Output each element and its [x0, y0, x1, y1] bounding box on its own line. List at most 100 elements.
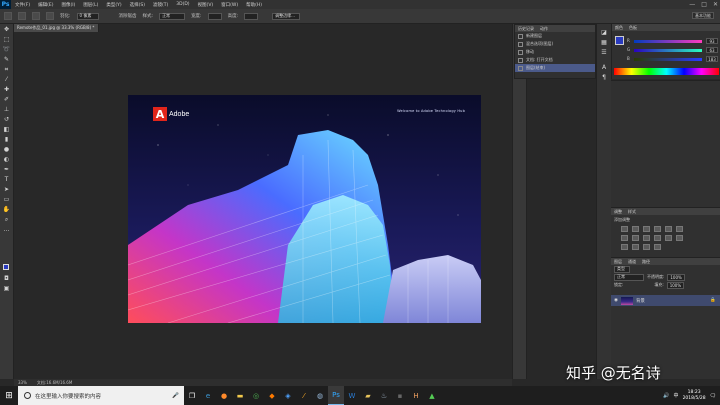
app-globe-icon[interactable]: ◍	[312, 386, 328, 405]
edit-toolbar-icon[interactable]: …	[2, 225, 11, 234]
curves-icon[interactable]	[643, 226, 650, 232]
stamp-tool-icon[interactable]: ⊥	[2, 105, 11, 114]
crop-tool-icon[interactable]: ⌗	[2, 65, 11, 74]
menu-window[interactable]: 窗口(W)	[217, 2, 242, 8]
b-slider[interactable]	[634, 58, 702, 61]
notification-icon[interactable]: 🗨	[710, 393, 716, 399]
history-item-selected[interactable]: 图层(结束)	[515, 64, 595, 72]
app-green-icon[interactable]: ▲	[424, 386, 440, 405]
color-balance-icon[interactable]	[621, 235, 628, 241]
vibrance-icon[interactable]	[665, 226, 672, 232]
history-checkbox-icon[interactable]	[518, 49, 523, 55]
r-value[interactable]: 93	[706, 38, 718, 44]
menu-help[interactable]: 帮助(H)	[242, 2, 266, 8]
menu-layer[interactable]: 图层(L)	[79, 2, 102, 8]
menu-type[interactable]: 类型(Y)	[102, 2, 125, 8]
paragraph-panel-icon[interactable]: ¶	[600, 73, 609, 82]
hue-saturation-icon[interactable]	[676, 226, 683, 232]
visibility-eye-icon[interactable]: ◉	[614, 298, 618, 303]
g-slider[interactable]	[634, 49, 702, 52]
layer-row[interactable]: ◉ 背景 🔒	[611, 295, 720, 306]
new-selection-icon[interactable]	[18, 12, 26, 20]
subtract-selection-icon[interactable]	[46, 12, 54, 20]
height-input[interactable]	[244, 12, 259, 20]
character-panel-icon[interactable]: A	[600, 63, 609, 72]
zoom-level[interactable]: 33%	[18, 380, 27, 385]
tab-adjustments[interactable]: 调整	[614, 209, 622, 215]
feather-input[interactable]: 0 像素	[76, 12, 99, 20]
app-pen-icon[interactable]: ⁄	[296, 386, 312, 405]
microphone-icon[interactable]: 🎤	[172, 393, 179, 399]
refine-edge-button[interactable]: 调整边缘...	[272, 12, 301, 20]
gradient-tool-icon[interactable]: ▮	[2, 135, 11, 144]
history-item[interactable]: 新建图层	[515, 32, 595, 40]
document-tab[interactable]: Remote作品_01.jpg @ 33.3% (RGB/8) *	[14, 24, 99, 32]
start-icon[interactable]: ⊞	[0, 386, 18, 405]
ime-indicator[interactable]: 中	[674, 392, 679, 399]
clock[interactable]: 18:23 2018/5/28	[683, 390, 706, 402]
foreground-swatch[interactable]	[615, 36, 624, 45]
add-selection-icon[interactable]	[32, 12, 40, 20]
marquee-tool-icon[interactable]: ⬚	[2, 35, 11, 44]
r-slider[interactable]	[634, 40, 702, 43]
brightness-icon[interactable]	[621, 226, 628, 232]
foreground-color-swatch[interactable]	[3, 264, 9, 270]
tab-history[interactable]: 历史记录	[518, 26, 534, 32]
gradient-map-icon[interactable]	[643, 244, 650, 250]
chrome-icon[interactable]: ◎	[248, 386, 264, 405]
pen-tool-icon[interactable]: ✒	[2, 165, 11, 174]
explorer-icon[interactable]: ▬	[232, 386, 248, 405]
taskbar-search[interactable]: 在这里输入你要搜索的内容 🎤	[18, 386, 184, 405]
history-brush-icon[interactable]: ↺	[2, 115, 11, 124]
marquee-preset-icon[interactable]	[4, 12, 12, 20]
g-value[interactable]: 63	[706, 47, 718, 53]
threshold-icon[interactable]	[632, 244, 639, 250]
history-item[interactable]: 混合选项(图层)	[515, 40, 595, 48]
menu-filter[interactable]: 滤镜(T)	[149, 2, 172, 8]
history-checkbox-icon[interactable]	[518, 57, 523, 63]
fill-input[interactable]: 100%	[666, 281, 685, 289]
app-orange-icon[interactable]: ◆	[264, 386, 280, 405]
path-select-tool-icon[interactable]: ➤	[2, 185, 11, 194]
color-panel-icon[interactable]: ◪	[600, 28, 609, 37]
app-blue-icon[interactable]: ◈	[280, 386, 296, 405]
move-tool-icon[interactable]: ✥	[2, 25, 11, 34]
tab-paths[interactable]: 路径	[642, 259, 650, 265]
levels-icon[interactable]	[632, 226, 639, 232]
firefox-icon[interactable]: ●	[216, 386, 232, 405]
layer-name[interactable]: 背景	[636, 298, 645, 304]
posterize-icon[interactable]	[621, 244, 628, 250]
document-canvas-image[interactable]: A Adobe Welcome to Adobe Technology Hub	[128, 95, 481, 323]
type-tool-icon[interactable]: T	[2, 175, 11, 184]
width-input[interactable]	[207, 12, 222, 20]
menu-select[interactable]: 选择(S)	[126, 2, 149, 8]
lasso-tool-icon[interactable]: ➰	[2, 45, 11, 54]
tab-layers[interactable]: 图层	[614, 259, 622, 265]
edge-icon[interactable]: e	[200, 386, 216, 405]
menu-3d[interactable]: 3D(D)	[172, 2, 193, 7]
folder-icon[interactable]: ▰	[360, 386, 376, 405]
swatches-panel-icon[interactable]: ▦	[600, 38, 609, 47]
shape-tool-icon[interactable]: ▭	[2, 195, 11, 204]
quick-select-tool-icon[interactable]: ✎	[2, 55, 11, 64]
history-checkbox-icon[interactable]	[518, 65, 523, 71]
photoshop-taskbar-icon[interactable]: Ps	[328, 386, 344, 405]
eyedropper-tool-icon[interactable]: ⁄	[2, 75, 11, 84]
color-lookup-icon[interactable]	[665, 235, 672, 241]
opacity-input[interactable]: 100%	[667, 273, 685, 281]
hand-tool-icon[interactable]: ✋	[2, 205, 11, 214]
tab-swatches[interactable]: 色板	[629, 25, 637, 31]
maximize-button[interactable]: □	[701, 0, 707, 9]
workspace-select[interactable]: 基本功能	[692, 12, 714, 19]
history-item[interactable]: 文档: 打开文档	[515, 56, 595, 64]
color-spectrum[interactable]	[614, 68, 719, 75]
menu-file[interactable]: 文件(F)	[11, 2, 34, 8]
word-icon[interactable]: W	[344, 386, 360, 405]
tab-channels[interactable]: 通道	[628, 259, 636, 265]
brush-tool-icon[interactable]: ✐	[2, 95, 11, 104]
menu-edit[interactable]: 编辑(E)	[34, 2, 57, 8]
zoom-tool-icon[interactable]: ⌕	[2, 215, 11, 224]
blend-mode-select[interactable]: 正常	[614, 273, 644, 281]
app-dark-icon[interactable]: ▪	[392, 386, 408, 405]
selective-color-icon[interactable]	[654, 244, 661, 250]
